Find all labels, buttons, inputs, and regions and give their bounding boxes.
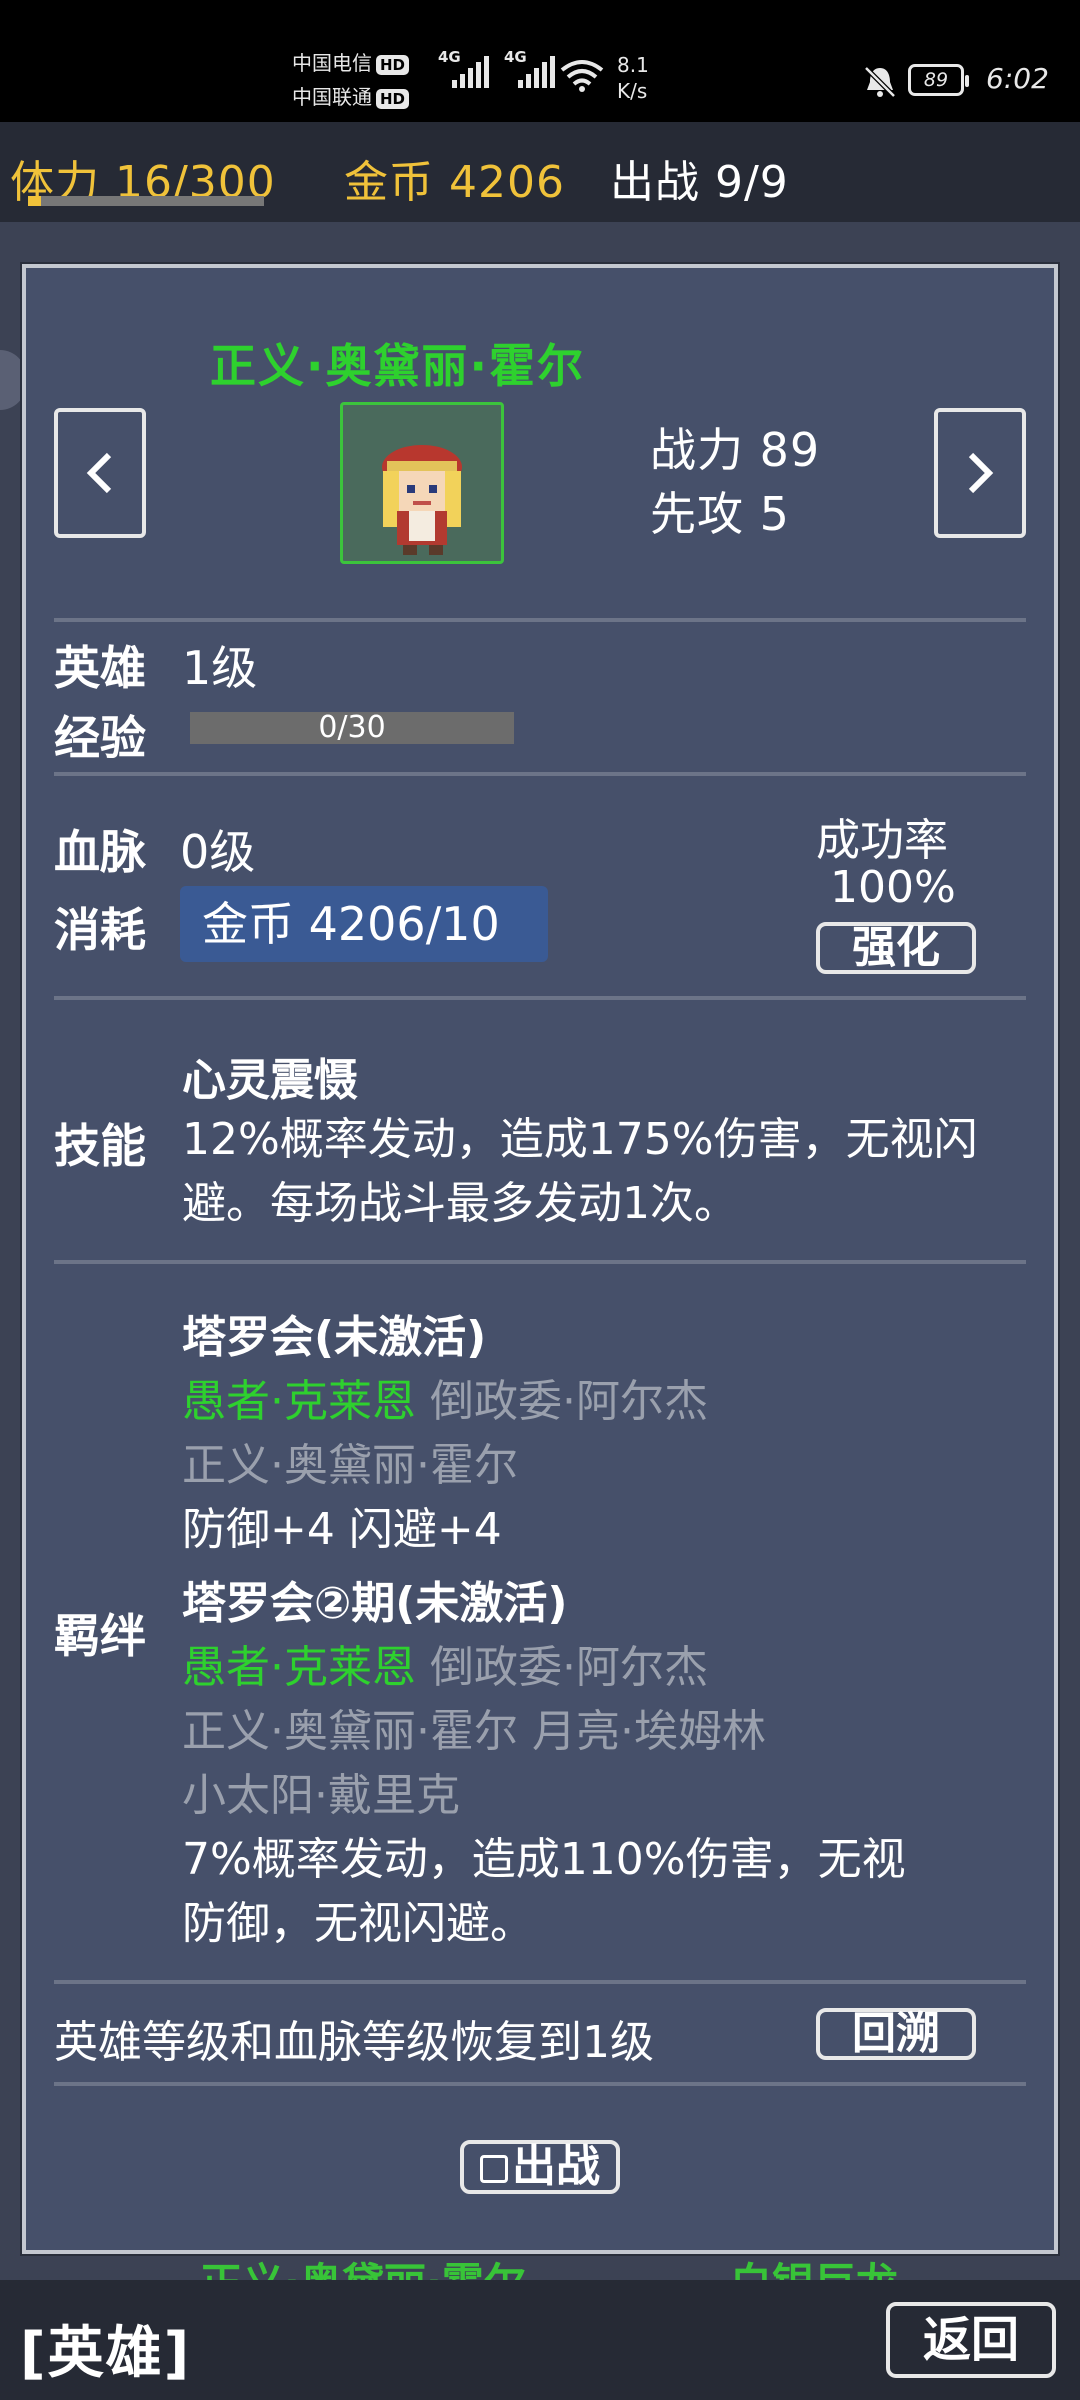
bottom-bar: [英雄] 返回 xyxy=(0,2280,1080,2400)
bond-member-inactive: 倒政委·阿尔杰 xyxy=(430,1642,708,1693)
deploy-counter: 出战 9/9 xyxy=(610,157,789,208)
hero-name: 正义·奥黛丽·霍尔 xyxy=(210,339,585,393)
bond-2-effect: 防御，无视闪避。 xyxy=(182,1898,534,1949)
chevron-right-icon xyxy=(968,452,994,494)
status-bar: 中国电信 HD 中国联通 HD 4G 4G 8.1 K/s 89 6:02 xyxy=(0,0,1080,122)
bond-label: 羁绊 xyxy=(54,1609,146,1663)
cost-value: 金币 4206/10 xyxy=(180,886,548,962)
resource-bar: 体力 16/300 金币 4206 出战 9/9 xyxy=(0,122,1080,222)
section-title: [英雄] xyxy=(20,2321,192,2386)
exp-value: 0/30 xyxy=(318,710,386,745)
deploy-toggle-button[interactable]: 出战 xyxy=(460,2140,620,2194)
hero-portrait xyxy=(340,402,504,564)
mute-bell-icon xyxy=(864,66,896,98)
enhance-button[interactable]: 强化 xyxy=(816,922,976,974)
bloodline-label: 血脉 xyxy=(54,825,146,879)
wifi-icon xyxy=(560,60,604,92)
bond-member-inactive: 小太阳·戴里克 xyxy=(182,1770,460,1821)
checkbox-icon xyxy=(480,2155,508,2183)
divider xyxy=(54,618,1026,622)
chevron-left-icon xyxy=(86,452,112,494)
exp-bar: 0/30 xyxy=(190,712,514,744)
bond-2: 塔罗会②期(未激活) 愚者·克莱恩 倒政委·阿尔杰 正义·奥黛丽·霍尔 月亮·埃… xyxy=(182,1572,1042,1956)
divider xyxy=(54,996,1026,1000)
bond-member-inactive: 正义·奥黛丽·霍尔 xyxy=(182,1706,518,1757)
hero-level-label: 英雄 xyxy=(54,641,146,695)
bond-member-active: 愚者·克莱恩 xyxy=(182,1642,416,1693)
skill-description: 12%概率发动，造成175%伤害，无视闪避。每场战斗最多发动1次。 xyxy=(182,1114,978,1229)
clock: 6:02 xyxy=(986,62,1049,95)
bloodline-value: 0级 xyxy=(180,825,256,879)
skill-name: 心灵震慑 xyxy=(182,1055,358,1106)
next-hero-button[interactable] xyxy=(934,408,1026,538)
bond-member-inactive: 正义·奥黛丽·霍尔 xyxy=(182,1440,518,1491)
back-button[interactable]: 返回 xyxy=(886,2302,1056,2378)
stamina-bar xyxy=(28,196,264,206)
skill-label: 技能 xyxy=(54,1119,146,1173)
divider xyxy=(54,1980,1026,1984)
combat-power: 战力 89 xyxy=(650,423,821,477)
signal-icon-1: 4G xyxy=(438,48,489,88)
carrier-info: 中国电信 HD 中国联通 HD xyxy=(292,46,410,114)
success-rate-label: 成功率 xyxy=(816,815,948,866)
hero-sprite xyxy=(382,445,462,555)
gold-counter: 金币 4206 xyxy=(344,157,565,208)
rewind-button[interactable]: 回溯 xyxy=(816,2008,976,2060)
initiative: 先攻 5 xyxy=(650,487,790,541)
bond-member-inactive: 月亮·埃姆林 xyxy=(531,1706,766,1757)
cost-label: 消耗 xyxy=(54,903,146,957)
divider xyxy=(54,772,1026,776)
bond-1: 塔罗会(未激活) 愚者·克莱恩 倒政委·阿尔杰 正义·奥黛丽·霍尔 防御+4 闪… xyxy=(182,1306,1042,1562)
success-rate-value: 100% xyxy=(830,862,956,913)
divider xyxy=(54,1260,1026,1264)
bond-member-active: 愚者·克莱恩 xyxy=(182,1376,416,1427)
reset-description: 英雄等级和血脉等级恢复到1级 xyxy=(54,2017,654,2068)
bond-member-inactive: 倒政委·阿尔杰 xyxy=(430,1376,708,1427)
exp-label: 经验 xyxy=(54,711,146,765)
prev-hero-button[interactable] xyxy=(54,408,146,538)
bond-2-title: 塔罗会②期(未激活) xyxy=(182,1578,568,1629)
bond-1-effect: 防御+4 闪避+4 xyxy=(182,1504,502,1555)
hd-badge-2: HD xyxy=(376,88,410,109)
hero-level-value: 1级 xyxy=(182,641,258,695)
divider xyxy=(54,2082,1026,2086)
deploy-button-label: 出战 xyxy=(512,2141,600,2192)
bond-1-title: 塔罗会(未激活) xyxy=(182,1312,487,1363)
bond-2-effect: 7%概率发动，造成110%伤害，无视 xyxy=(182,1834,906,1885)
network-speed: 8.1 K/s xyxy=(617,53,649,103)
battery-icon: 89 xyxy=(908,64,969,96)
carrier-2: 中国联通 xyxy=(292,85,372,109)
stamina-bar-fill xyxy=(28,196,41,206)
carrier-1: 中国电信 xyxy=(292,51,372,75)
signal-icon-2: 4G xyxy=(504,48,555,88)
hd-badge-1: HD xyxy=(376,54,410,75)
